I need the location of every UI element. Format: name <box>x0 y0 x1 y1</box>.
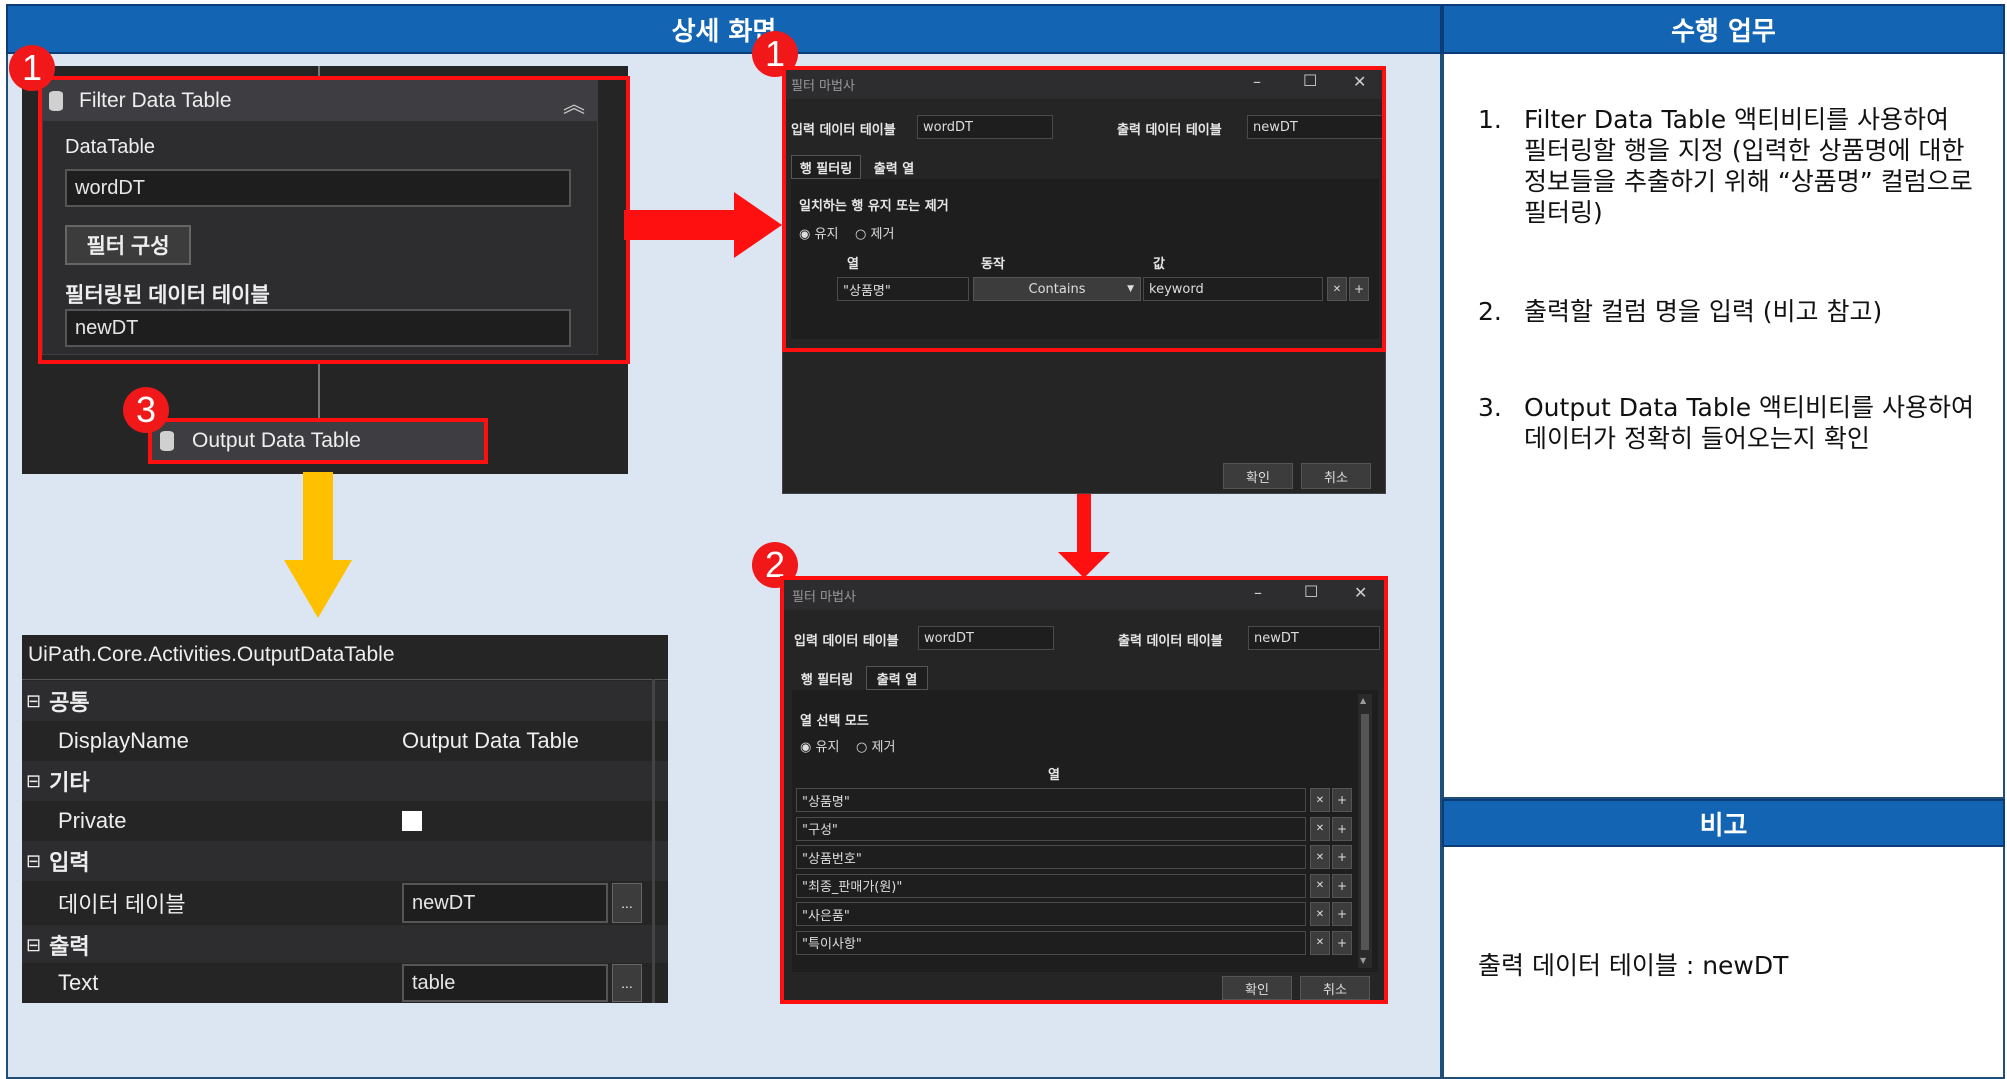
properties-title: UiPath.Core.Activities.OutputDataTable <box>28 643 395 666</box>
ellipsis-button[interactable]: ... <box>612 964 642 1002</box>
section-input-label: 입력 <box>49 850 90 875</box>
arrow-right-red <box>624 192 782 258</box>
ellipsis-button[interactable]: ... <box>612 883 642 923</box>
prop-row-text: Text table ... <box>22 963 668 1003</box>
remark-text: 출력 데이터 테이블 : newDT <box>1478 951 1789 980</box>
step-badge-3: 3 <box>123 387 169 433</box>
connector-line <box>318 360 320 420</box>
collapse-icon[interactable]: ⊟ <box>26 851 41 872</box>
ok-button[interactable]: 확인 <box>1223 463 1293 489</box>
task-header: 수행 업무 <box>1442 4 2005 54</box>
task-number: 2. <box>1478 297 1502 326</box>
section-output-label: 출력 <box>49 934 90 959</box>
arrow-down-yellow <box>284 472 352 618</box>
arrow-down-red <box>1058 490 1110 578</box>
task-text: Output Data Table 액티비티를 사용하여 데이터가 정확히 들어… <box>1524 393 1974 453</box>
cancel-button[interactable]: 취소 <box>1301 463 1371 489</box>
text-prop-label: Text <box>58 970 99 995</box>
task-header-label: 수행 업무 <box>1671 16 1776 47</box>
prop-row-datatable: 데이터 테이블 newDT ... <box>22 881 668 925</box>
detail-header: 상세 화면 <box>6 4 1442 54</box>
datatable-prop-input[interactable]: newDT <box>402 883 608 923</box>
section-input[interactable]: ⊟ 입력 <box>22 841 668 881</box>
task-item-2: 2. 출력할 컬럼 명을 입력 (비고 참고) <box>1478 296 1978 327</box>
task-number: 3. <box>1478 393 1502 422</box>
displayname-label: DisplayName <box>58 728 189 753</box>
datatable-prop-label: 데이터 테이블 <box>58 892 186 917</box>
remark-header-label: 비고 <box>1699 810 1748 841</box>
section-misc-label: 기타 <box>49 770 90 795</box>
highlight-box-3 <box>148 418 488 464</box>
section-common[interactable]: ⊟ 공통 <box>22 681 668 721</box>
properties-panel: UiPath.Core.Activities.OutputDataTable ⊟… <box>22 635 668 1003</box>
section-misc[interactable]: ⊟ 기타 <box>22 761 668 801</box>
task-item-3: 3. Output Data Table 액티비티를 사용하여 데이터가 정확히… <box>1478 392 1978 454</box>
collapse-icon[interactable]: ⊟ <box>26 691 41 712</box>
prop-row-displayname: DisplayName Output Data Table <box>22 721 668 761</box>
private-label: Private <box>58 808 127 833</box>
highlight-box-wizard-2 <box>780 576 1388 1004</box>
highlight-box-wizard-1 <box>782 66 1386 352</box>
collapse-icon[interactable]: ⊟ <box>26 771 41 792</box>
task-text: 출력할 컬럼 명을 입력 (비고 참고) <box>1524 297 1883 326</box>
text-prop-input[interactable]: table <box>402 964 608 1002</box>
private-checkbox[interactable] <box>402 811 422 831</box>
section-common-label: 공통 <box>49 690 90 715</box>
task-text: Filter Data Table 액티비티를 사용하여 필터링할 행을 지정 … <box>1524 105 1973 227</box>
displayname-value[interactable]: Output Data Table <box>402 728 579 754</box>
step-badge-1: 1 <box>9 45 55 91</box>
task-item-1: 1. Filter Data Table 액티비티를 사용하여 필터링할 행을 … <box>1478 104 1978 228</box>
section-output[interactable]: ⊟ 출력 <box>22 925 668 965</box>
remark-header: 비고 <box>1442 799 2005 847</box>
highlight-box-1 <box>38 76 630 364</box>
prop-row-private: Private <box>22 801 668 841</box>
task-number: 1. <box>1478 105 1502 134</box>
collapse-icon[interactable]: ⊟ <box>26 935 41 956</box>
